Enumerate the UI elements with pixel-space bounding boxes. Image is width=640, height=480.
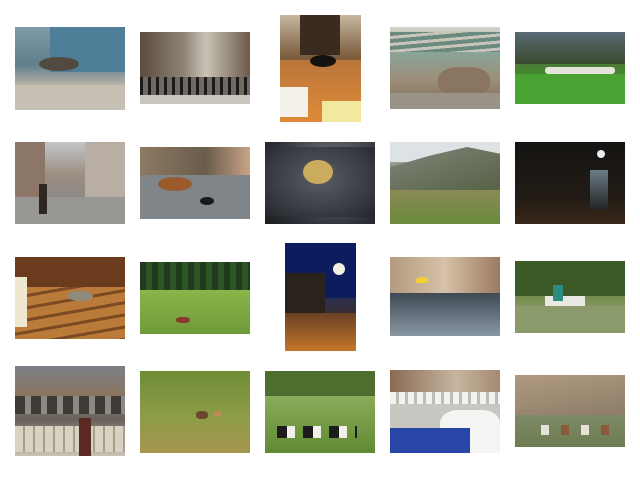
thumbnail-horses-in-valley[interactable] (515, 375, 625, 447)
hillside (265, 396, 375, 453)
thumbnail-grid (0, 0, 640, 480)
buildings (140, 32, 250, 82)
hills (515, 32, 625, 64)
lit-street (285, 313, 356, 351)
thumbnail-cows-on-hillside[interactable] (265, 371, 375, 453)
thumbnail-dog-on-pavement[interactable] (140, 147, 250, 219)
stone-step (390, 93, 500, 109)
trees (515, 261, 625, 296)
thumbnail-night-street-moon[interactable] (285, 243, 356, 351)
bench-slats (390, 32, 500, 52)
animal-1 (196, 411, 208, 419)
thumbnail-cat-on-kitchen-floor[interactable] (280, 15, 361, 122)
thumbnail-people-on-park-bench[interactable] (515, 261, 625, 333)
papers (280, 87, 308, 117)
buildings-right (85, 142, 125, 197)
bench (545, 296, 585, 306)
thumbnail-sheep-on-road[interactable] (15, 366, 125, 456)
crowd (140, 77, 250, 95)
chairs (390, 392, 500, 404)
trucks (15, 396, 125, 414)
dog-shape (158, 177, 192, 191)
thumbnail-cat-on-wooden-stairs[interactable] (15, 257, 125, 339)
thumbnail-cat-on-doorstep[interactable] (15, 27, 125, 110)
hills (15, 366, 125, 396)
meadow (390, 190, 500, 224)
flood-water (390, 293, 500, 336)
umbrella-yellow (416, 277, 428, 283)
hat (200, 197, 214, 205)
thumbnail-night-street-lights[interactable] (515, 142, 625, 224)
thumbnail-cat-under-bench[interactable] (390, 27, 500, 109)
animal (176, 317, 190, 323)
doorway (300, 15, 340, 55)
meadow (515, 74, 625, 104)
road (15, 197, 125, 224)
thumbnail-flooded-square[interactable] (390, 257, 500, 336)
ground (515, 306, 625, 333)
buildings (285, 273, 325, 313)
mountain-slope (515, 375, 625, 415)
road (140, 95, 250, 104)
thumbnail-animals-in-forest-glade[interactable] (140, 262, 250, 334)
blue-tablecloth (390, 428, 470, 453)
sheep-flock (545, 67, 615, 74)
wet-reflection (590, 170, 608, 210)
shepherd (79, 418, 91, 456)
trees (265, 371, 375, 396)
thumbnail-grazing-field[interactable] (140, 371, 250, 453)
doorstep (15, 85, 125, 110)
cat-shape (67, 291, 93, 301)
thumbnail-city-street-crowd[interactable] (140, 32, 250, 104)
street-light (597, 150, 605, 158)
person (39, 184, 47, 214)
dark-street (515, 142, 625, 224)
pavement (140, 175, 250, 219)
window-light (15, 277, 27, 327)
cat-shape (310, 55, 336, 67)
thumbnail-cafe-table-blue[interactable] (390, 370, 500, 453)
animal-2 (214, 411, 222, 417)
field (140, 371, 250, 453)
person-teal (553, 285, 563, 301)
thumbnail-green-hillside[interactable] (390, 142, 500, 224)
sheep-flock (15, 426, 125, 452)
thumbnail-cat-on-pillow[interactable] (265, 142, 375, 224)
thumbnail-person-walking-street[interactable] (15, 142, 125, 224)
forest (140, 262, 250, 292)
yellow-paper (322, 101, 361, 122)
street-lamp (333, 263, 345, 275)
cows (277, 426, 357, 438)
cat-shape (303, 160, 333, 184)
building-facade (390, 257, 500, 293)
thumbnail-sheep-on-meadow[interactable] (515, 32, 625, 104)
cat-shape (39, 57, 79, 71)
horses (541, 425, 615, 435)
storefront (140, 147, 250, 175)
glade (140, 290, 250, 334)
